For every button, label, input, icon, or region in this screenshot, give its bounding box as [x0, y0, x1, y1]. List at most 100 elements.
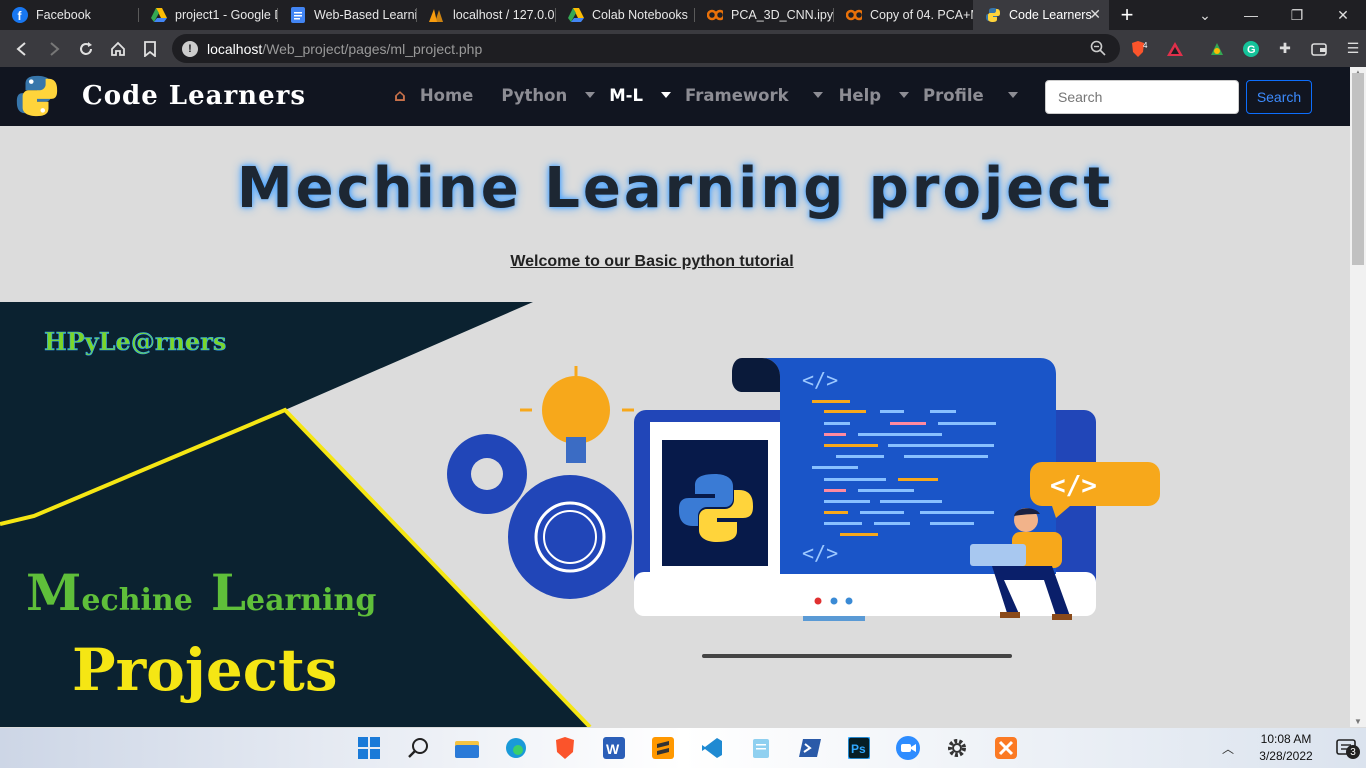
notifications-icon[interactable]: 3 [1326, 739, 1366, 759]
tab-pca-3d-cnn[interactable]: PCA_3D_CNN.ipynb [695, 0, 834, 30]
page-title: Mechine Learning project [236, 156, 1114, 221]
tray-chevron-icon[interactable]: ︿ [1222, 740, 1246, 757]
banner-heading-word1: echine [81, 583, 192, 618]
clock[interactable]: 10:08 AM 3/28/2022 [1246, 731, 1326, 765]
nav-label: Framework [685, 86, 789, 105]
code-tag-top: </> [802, 368, 838, 392]
chevron-down-icon [585, 92, 596, 98]
extensions-puzzle-icon[interactable]: ✚ [1268, 34, 1302, 63]
bookmark-icon[interactable] [134, 33, 166, 65]
tab-facebook[interactable]: f Facebook [0, 0, 139, 30]
page-scrollbar[interactable]: ▲ ▼ [1350, 67, 1366, 727]
nav-label: Python [501, 86, 568, 105]
browser-toolbar: ! localhost/Web_project/pages/ml_project… [0, 30, 1366, 67]
powershell-icon[interactable] [785, 728, 834, 768]
taskbar-apps: W Ps [344, 728, 1030, 768]
windows-start-icon[interactable] [344, 728, 393, 768]
extension-bar: 4 G ✚ ☰ [1124, 34, 1366, 63]
welcome-link[interactable]: Welcome to our Basic python tutorial [0, 253, 1304, 271]
python-icon [985, 7, 1001, 23]
svg-text:G: G [1247, 44, 1256, 56]
url-path: /Web_project/pages/ml_project.php [262, 40, 483, 57]
nav-label: Profile [923, 86, 984, 105]
google-drive-icon [151, 7, 167, 23]
clock-date: 3/28/2022 [1259, 749, 1313, 763]
code-tag-bubble: </> [1050, 471, 1097, 501]
chevron-down-icon [899, 92, 910, 98]
nav-help[interactable]: Help [839, 86, 910, 105]
photoshop-icon[interactable]: Ps [834, 728, 883, 768]
back-icon[interactable] [6, 33, 38, 65]
tab-label: Copy of 04. PCA+M [870, 8, 973, 22]
banner-logo-text: HPyLe@rners [44, 327, 226, 356]
tab-phpmyadmin[interactable]: localhost / 127.0.0.1 [417, 0, 556, 30]
banner-heading-l: L [211, 563, 246, 622]
windows-taskbar: W Ps ︿ 10:08 AM 3/28/2022 3 [0, 728, 1366, 768]
tab-label: Web-Based Learning [314, 8, 417, 22]
edge-icon[interactable] [491, 728, 540, 768]
xampp-icon[interactable] [981, 728, 1030, 768]
zoom-app-icon[interactable] [883, 728, 932, 768]
new-tab-button[interactable]: + [1109, 0, 1145, 30]
close-tab-icon[interactable]: ✕ [1089, 6, 1101, 23]
close-window-icon[interactable]: ✕ [1320, 0, 1366, 30]
colab-icon [846, 7, 862, 23]
search-button[interactable]: Search [1246, 80, 1312, 114]
search-input[interactable] [1045, 80, 1239, 114]
colab-icon [707, 7, 723, 23]
scrollbar-thumb[interactable] [1352, 73, 1364, 265]
banner-image: HPyLe@rners Mechine Learning Projects </> [0, 302, 1350, 727]
python-logo-icon[interactable] [14, 72, 60, 125]
banner-subheading: Projects [72, 636, 338, 704]
grammarly-icon[interactable]: G [1234, 34, 1268, 63]
chevron-down-icon [1007, 92, 1018, 98]
nav-ml[interactable]: M-L [609, 86, 672, 105]
code-tag-bottom: </> [802, 541, 838, 565]
vscode-icon[interactable] [687, 728, 736, 768]
notepad-icon[interactable] [736, 728, 785, 768]
main-menu: ⌂ Home Python M-L Framework Help Profile [394, 86, 1032, 105]
tab-copy-of-pca[interactable]: Copy of 04. PCA+M [834, 0, 973, 30]
tab-label: localhost / 127.0.0.1 [453, 8, 556, 22]
phpmyadmin-icon [429, 7, 445, 23]
site-info-icon[interactable]: ! [182, 40, 198, 57]
search-icon[interactable] [393, 728, 442, 768]
address-bar[interactable]: ! localhost/Web_project/pages/ml_project… [172, 34, 1120, 63]
file-explorer-icon[interactable] [442, 728, 491, 768]
wallet-icon[interactable] [1302, 34, 1336, 63]
home-button-icon[interactable] [102, 33, 134, 65]
forward-icon[interactable] [38, 33, 70, 65]
google-drive-icon [568, 7, 584, 23]
extension-colorful-icon[interactable] [1200, 34, 1234, 63]
tab-search-icon[interactable]: ⌄ [1182, 0, 1228, 30]
chevron-down-icon [812, 92, 823, 98]
chevron-down-icon [661, 92, 672, 98]
window-controls: ⌄ — ❐ ✕ [1182, 0, 1366, 30]
settings-gear-icon[interactable] [932, 728, 981, 768]
tab-code-learners[interactable]: Code Learners ✕ [973, 0, 1109, 30]
banner-heading-word2: earning [246, 583, 376, 618]
tab-colab-notebooks[interactable]: Colab Notebooks [556, 0, 695, 30]
tab-google-docs[interactable]: Web-Based Learning [278, 0, 417, 30]
brave-shields-icon[interactable]: 4 [1124, 34, 1158, 63]
word-icon[interactable]: W [589, 728, 638, 768]
restore-icon[interactable]: ❐ [1274, 0, 1320, 30]
tab-google-drive[interactable]: project1 - Google Drive [139, 0, 278, 30]
brave-icon[interactable] [540, 728, 589, 768]
site-navbar: Code Learners ⌂ Home Python M-L Framework… [0, 67, 1350, 126]
zoom-icon[interactable] [1090, 40, 1106, 59]
minimize-icon[interactable]: — [1228, 0, 1274, 30]
nav-framework[interactable]: Framework [685, 86, 823, 105]
nav-python[interactable]: Python [501, 86, 596, 105]
tab-label: project1 - Google Drive [175, 8, 278, 22]
scroll-down-icon[interactable]: ▼ [1354, 717, 1362, 726]
nav-home[interactable]: ⌂ Home [394, 86, 487, 105]
nav-profile[interactable]: Profile [923, 86, 1018, 105]
sublime-icon[interactable] [638, 728, 687, 768]
tab-label: PCA_3D_CNN.ipynb [731, 8, 834, 22]
site-brand[interactable]: Code Learners [82, 81, 306, 111]
system-tray: ︿ 10:08 AM 3/28/2022 3 [1222, 728, 1366, 768]
reload-icon[interactable] [70, 33, 102, 65]
menu-icon[interactable]: ☰ [1336, 34, 1366, 63]
brave-rewards-icon[interactable] [1158, 34, 1192, 63]
